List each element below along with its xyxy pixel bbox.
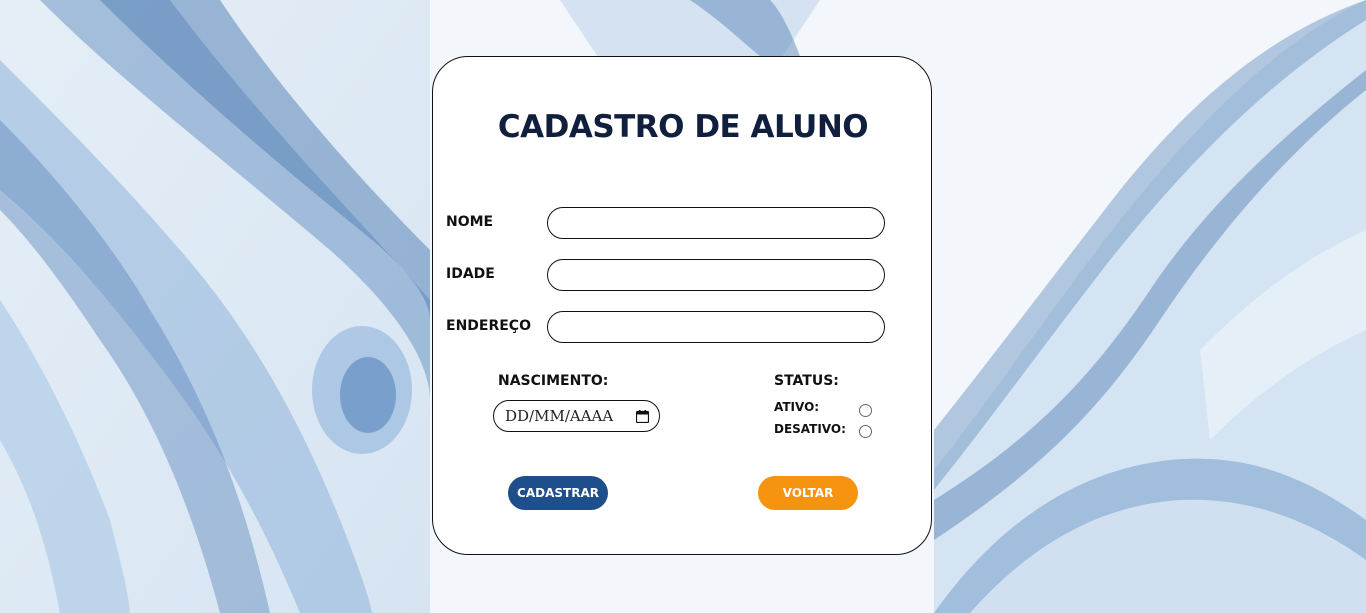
nome-label: NOME	[446, 214, 494, 230]
nascimento-date-input[interactable]: DD/MM/AAAA	[493, 400, 660, 432]
idade-label: IDADE	[446, 266, 495, 282]
ativo-radio[interactable]	[859, 404, 872, 417]
desativo-label: DESATIVO:	[774, 422, 846, 436]
endereco-input[interactable]	[547, 311, 885, 343]
ativo-label: ATIVO:	[774, 400, 820, 414]
idade-input[interactable]	[547, 259, 885, 291]
calendar-icon[interactable]	[635, 409, 650, 423]
cadastrar-button[interactable]: CADASTRAR	[508, 476, 608, 510]
nascimento-label: NASCIMENTO:	[498, 373, 609, 389]
voltar-button[interactable]: VOLTAR	[758, 476, 858, 510]
endereco-label: ENDEREÇO	[446, 318, 531, 334]
nome-input[interactable]	[547, 207, 885, 239]
desativo-radio[interactable]	[859, 425, 872, 438]
page-title: CADASTRO DE ALUNO	[497, 109, 869, 145]
registration-card: CADASTRO DE ALUNO NOME IDADE ENDEREÇO NA…	[432, 56, 932, 555]
date-placeholder: DD/MM/AAAA	[505, 407, 614, 425]
status-label: STATUS:	[774, 373, 839, 389]
